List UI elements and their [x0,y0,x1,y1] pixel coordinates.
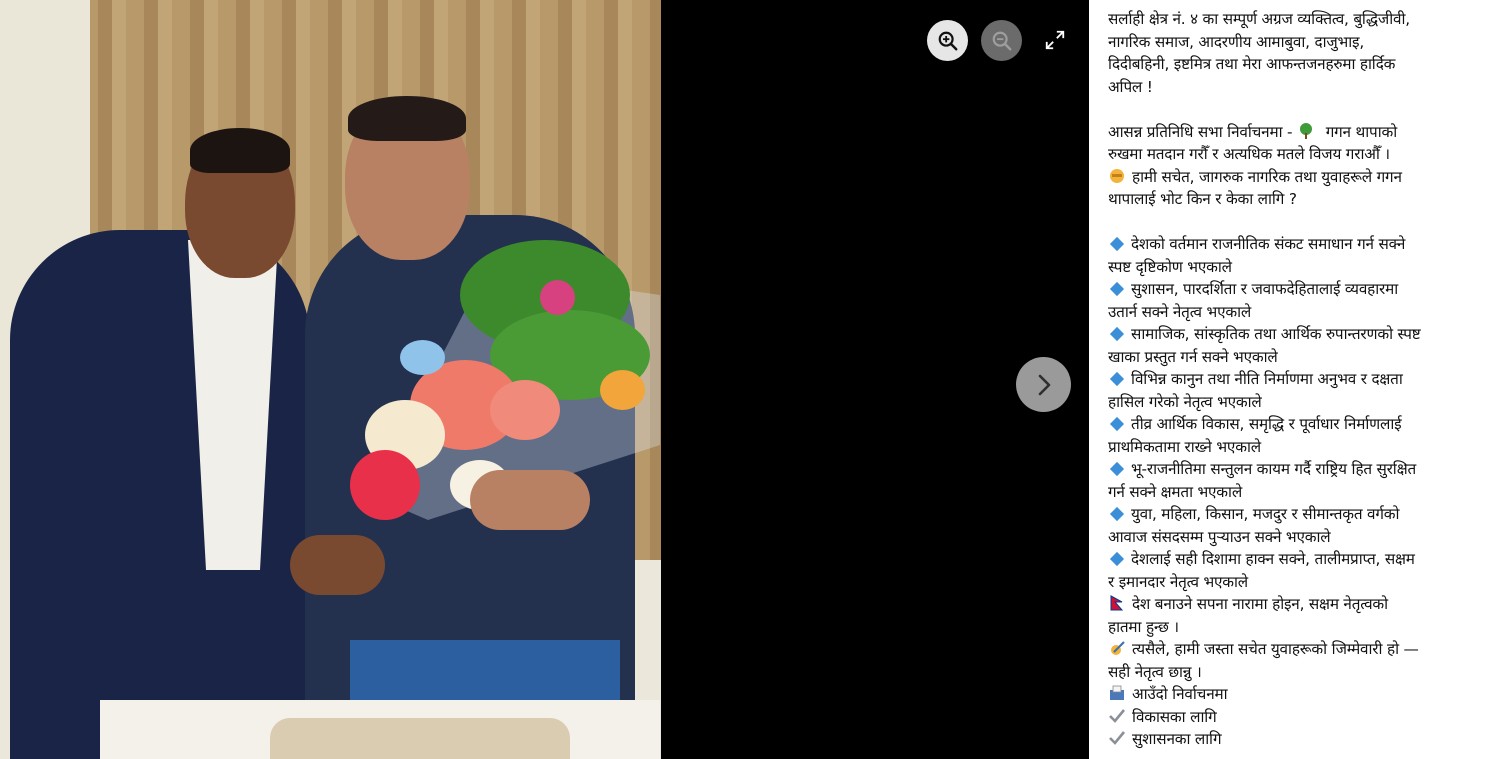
bullet-line: सुशासन, पारदर्शिता र जवाफदेहितालाई व्यवह… [1108,278,1479,301]
fullscreen-button[interactable] [1040,25,1070,55]
zoom-in-button[interactable] [927,20,968,61]
caption-text: आसन्न प्रतिनिधि सभा निर्वाचनमा - [1108,122,1298,141]
bullet-line: युवा, महिला, किसान, मजदुर र सीमान्तकृत व… [1108,503,1479,526]
blue-diamond-icon [1109,236,1125,252]
caption-line: सुशासनका लागि [1108,728,1479,751]
nepal-flag-icon [1110,595,1124,611]
photo-viewer [0,0,1089,759]
next-photo-button[interactable] [1016,357,1071,412]
bullet-line: खाका प्रस्तुत गर्न सक्ने भएकाले [1108,347,1278,366]
person-right-hair [348,96,466,141]
bullet-text: सामाजिक, सांस्कृतिक तथा आर्थिक रुपान्तरण… [1131,325,1421,343]
bullet-line: उतार्न सक्ने नेतृत्व भएकाले [1108,302,1252,321]
flower [600,370,645,410]
blue-diamond-icon [1109,461,1125,477]
bullet-text: विभिन्न कानुन तथा नीति निर्माणमा अनुभव र… [1131,370,1403,388]
zoom-out-button[interactable] [981,20,1022,61]
caption-line: आसन्न प्रतिनिधि सभा निर्वाचनमा - गगन थाप… [1108,121,1479,144]
caption-line: हामी सचेत, जागरुक नागरिक तथा युवाहरूले ग… [1108,166,1479,189]
writing-hand-icon [1111,641,1125,655]
blue-diamond-icon [1109,506,1125,522]
caption-line: रुखमा मतदान गरौँ र अत्यधिक मतले विजय गरा… [1108,145,1390,163]
zoom-out-icon [992,31,1011,50]
bullet-line: आवाज संसदसम्म पुर्‍याउन सक्ने भएकाले [1108,527,1331,546]
blue-diamond-icon [1109,281,1125,297]
bullet-list: देशको वर्तमान राजनीतिक संकट समाधान गर्न … [1108,233,1479,593]
bullet-text: देशलाई सही दिशामा हाक्न सक्ने, तालीमप्रा… [1131,550,1415,568]
blue-diamond-icon [1109,326,1125,342]
raised-fist-icon [1110,168,1124,183]
caption-line: अपिल ! [1108,77,1153,96]
bullet-line: भू-राजनीतिमा सन्तुलन कायम गर्दै राष्ट्रि… [1108,458,1479,481]
flower [540,280,575,315]
caption-line: सही नेतृत्व छान्नु । [1108,662,1202,681]
ballot-box-icon [1110,685,1124,700]
bullet-text: सुशासन, पारदर्शिता र जवाफदेहितालाई व्यवह… [1131,280,1398,298]
bullet-line: देशको वर्तमान राजनीतिक संकट समाधान गर्न … [1108,233,1479,256]
blue-diamond-icon [1109,371,1125,387]
bullet-line: सामाजिक, सांस्कृतिक तथा आर्थिक रुपान्तरण… [1108,323,1479,346]
caption-line: नागरिक समाज, आदरणीय आमाबुवा, दाजुभाइ, [1108,32,1364,51]
flower [400,340,445,375]
caption-text: हामी सचेत, जागरुक नागरिक तथा युवाहरूले ग… [1132,167,1402,186]
caption-text: विकासका लागि [1132,707,1217,726]
post-photo[interactable] [0,0,661,759]
bullet-line: स्पष्ट दृष्टिकोण भएकाले [1108,257,1232,276]
check-mark-icon [1109,708,1126,723]
check-mark-icon [1109,731,1126,745]
zoom-in-icon [938,31,957,50]
bullet-text: भू-राजनीतिमा सन्तुलन कायम गर्दै राष्ट्रि… [1131,460,1416,478]
tree-icon [1300,122,1313,139]
bullet-line: तीव्र आर्थिक विकास, समृद्धि र पूर्वाधार … [1108,413,1479,436]
person-right-hand [470,470,590,530]
expand-icon [1045,30,1065,50]
bullet-line: देशलाई सही दिशामा हाक्न सक्ने, तालीमप्रा… [1108,548,1479,571]
caption-text: त्यसैले, हामी जस्ता सचेत युवाहरूको जिम्म… [1132,640,1419,658]
caption-line: सर्लाही क्षेत्र नं. ४ का सम्पूर्ण अग्रज … [1108,10,1410,28]
flower [490,380,560,440]
blue-diamond-icon [1109,416,1125,432]
caption-text: आउँदो निर्वाचनमा [1132,685,1228,703]
caption-line: देश बनाउने सपना नारामा होइन, सक्षम नेतृत… [1108,593,1479,616]
caption-line: त्यसैले, हामी जस्ता सचेत युवाहरूको जिम्म… [1108,638,1479,661]
blue-diamond-icon [1109,551,1125,567]
bullet-line: र इमानदार नेतृत्व भएकाले [1108,572,1248,591]
bullet-line: प्राथमिकतामा राख्ने भएकाले [1108,437,1261,456]
bullet-line: विभिन्न कानुन तथा नीति निर्माणमा अनुभव र… [1108,368,1479,391]
caption-line: थापालाई भोट किन र केका लागि ? [1108,190,1297,208]
flower [350,450,420,520]
caption-line: आउँदो निर्वाचनमा [1108,683,1479,706]
caption-text: देश बनाउने सपना नारामा होइन, सक्षम नेतृत… [1132,595,1388,613]
bullet-text: युवा, महिला, किसान, मजदुर र सीमान्तकृत व… [1131,505,1400,523]
caption-text: सुशासनका लागि [1132,730,1222,748]
bullet-line: गर्न सक्ने क्षमता भएकाले [1108,482,1242,501]
post-caption: सर्लाही क्षेत्र नं. ४ का सम्पूर्ण अग्रज … [1089,0,1489,759]
bullet-line: हासिल गरेको नेतृत्व भएकाले [1108,392,1262,411]
tablecloth [270,718,570,759]
bullet-text: तीव्र आर्थिक विकास, समृद्धि र पूर्वाधार … [1131,415,1402,433]
bullet-text: देशको वर्तमान राजनीतिक संकट समाधान गर्न … [1131,235,1406,253]
caption-line: दिदीबहिनी, इष्टमित्र तथा मेरा आफन्तजनहरु… [1108,55,1396,73]
person-left-hair [190,128,290,173]
caption-line: विकासका लागि [1108,706,1479,729]
caption-line: हातमा हुन्छ । [1108,617,1179,636]
chevron-right-icon [1038,374,1050,395]
caption-text: गगन थापाको [1321,122,1397,141]
person-left-hand [290,535,385,595]
